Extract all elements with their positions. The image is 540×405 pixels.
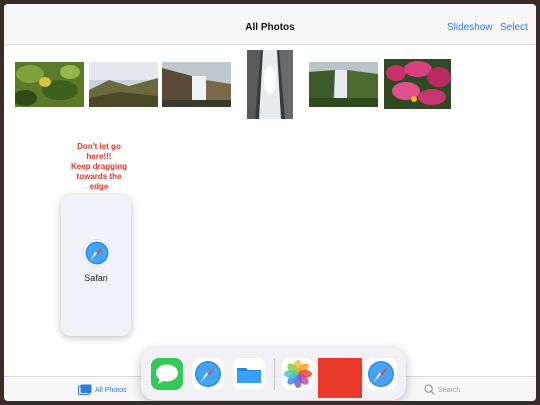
drag-hint-line: here!!! [86, 152, 112, 161]
tab-all-photos[interactable]: All Photos [78, 384, 127, 397]
dock-divider [274, 358, 275, 390]
safari-icon [83, 239, 111, 267]
photo-thumbnail[interactable] [15, 62, 84, 107]
app-window: All Photos Slideshow Select Don't let go… [4, 4, 536, 401]
photo-thumbnail[interactable] [384, 59, 451, 109]
drag-hint-line: Don't let go [77, 142, 121, 151]
drag-hint-line: edge [89, 182, 109, 191]
photos-tab-icon [78, 384, 92, 397]
recent-app-red[interactable] [318, 358, 362, 398]
tab-search[interactable]: Search [424, 384, 460, 397]
drag-hint-line: Keep dragging [70, 162, 127, 171]
dragged-app-card[interactable]: Safari [61, 194, 131, 336]
slideshow-button[interactable]: Slideshow [447, 22, 493, 33]
photo-thumbnail[interactable] [309, 62, 378, 107]
photo-thumbnail[interactable] [162, 62, 231, 107]
select-button[interactable]: Select [500, 22, 528, 33]
drag-hint-line: towards the [76, 172, 122, 181]
photos-icon[interactable] [282, 358, 314, 390]
navigation-bar: All Photos Slideshow Select [4, 4, 536, 45]
messages-icon[interactable] [151, 358, 183, 390]
photo-thumbnail[interactable] [89, 62, 158, 107]
tab-label: All Photos [95, 387, 127, 394]
photo-thumbnail[interactable] [247, 50, 293, 119]
safari-icon[interactable] [365, 358, 397, 390]
tab-label: Search [438, 387, 461, 394]
files-icon[interactable] [233, 358, 265, 390]
search-icon [424, 384, 435, 397]
dock [141, 348, 406, 400]
drag-hint-annotation: Don't let go here!!! Keep dragging towar… [56, 142, 142, 192]
safari-icon[interactable] [192, 358, 224, 390]
app-label: Safari [84, 273, 108, 283]
